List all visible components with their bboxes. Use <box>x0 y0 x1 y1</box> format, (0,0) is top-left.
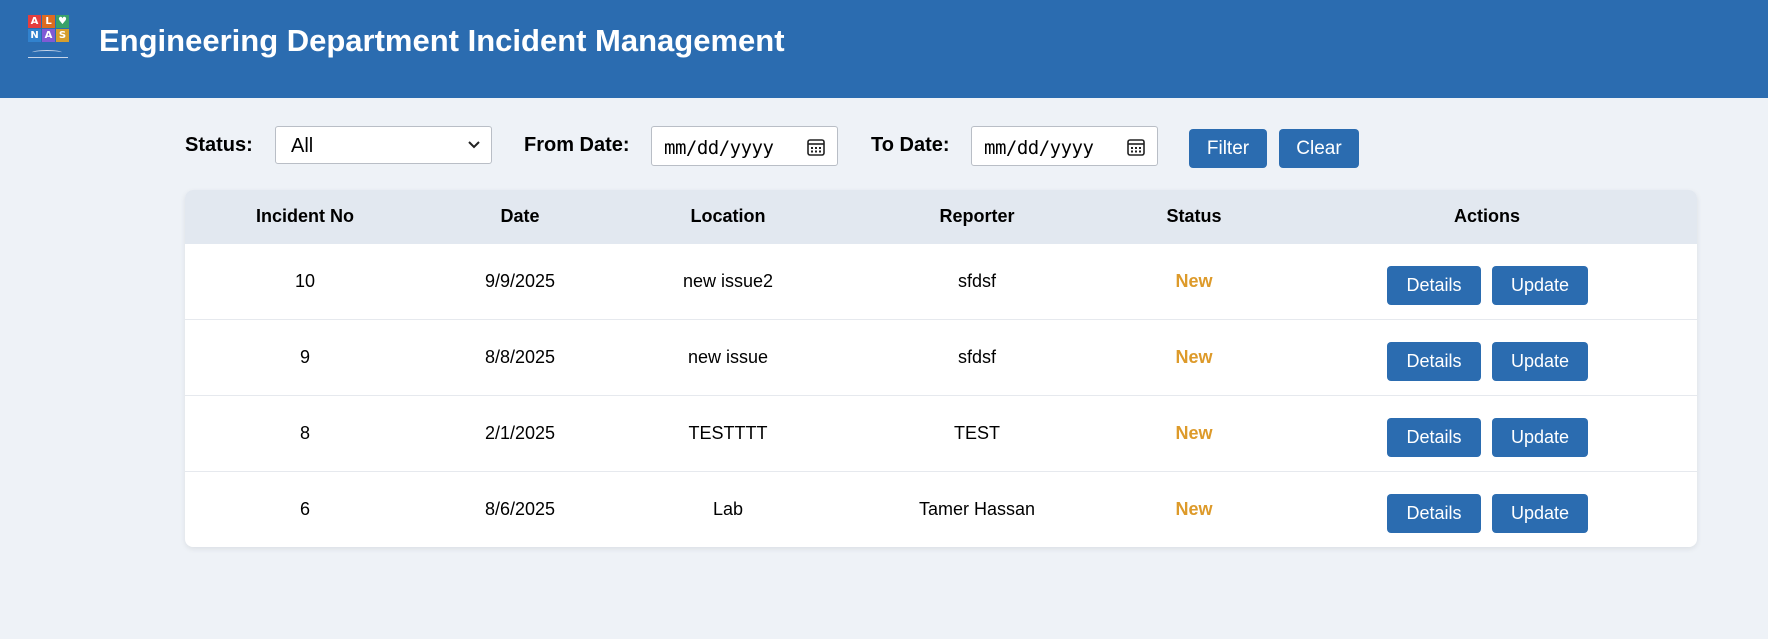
status-badge: New <box>1175 499 1213 519</box>
calendar-icon[interactable] <box>806 137 826 157</box>
logo-script-mark <box>28 46 68 58</box>
incident-no-cell: 9 <box>299 347 311 367</box>
filter-bar: Status: All From Date: mm/dd/yyyy To Dat… <box>0 126 1768 168</box>
from-date-value: mm/dd/yyyy <box>664 137 774 159</box>
status-select[interactable]: All <box>275 126 492 164</box>
status-select-value: All <box>291 135 314 157</box>
incident-no-cell: 10 <box>294 271 316 291</box>
table-header: Incident No Date Location Reporter Statu… <box>185 190 1697 244</box>
column-header-actions: Actions <box>1453 206 1521 226</box>
location-cell: Lab <box>712 499 744 519</box>
table-row: 9 8/8/2025 new issue sfdsf New Details U… <box>185 320 1697 396</box>
logo-letter: A <box>42 29 55 42</box>
column-header-status: Status <box>1166 206 1222 226</box>
status-badge: New <box>1175 271 1213 291</box>
details-button[interactable]: Details <box>1387 418 1481 457</box>
clear-button[interactable]: Clear <box>1279 129 1359 168</box>
incident-no-cell: 6 <box>299 499 311 519</box>
to-date-value: mm/dd/yyyy <box>984 137 1094 159</box>
logo-letter: S <box>56 29 69 42</box>
calendar-icon[interactable] <box>1126 137 1146 157</box>
status-filter-label: Status: <box>185 134 253 156</box>
incident-no-cell: 8 <box>299 423 311 443</box>
column-header-reporter: Reporter <box>939 206 1015 226</box>
table-row: 6 8/6/2025 Lab Tamer Hassan New Details … <box>185 472 1697 547</box>
update-button[interactable]: Update <box>1492 494 1588 533</box>
incidents-table: Incident No Date Location Reporter Statu… <box>185 190 1697 547</box>
to-date-input[interactable]: mm/dd/yyyy <box>971 126 1158 166</box>
date-cell: 9/9/2025 <box>484 271 556 291</box>
filter-button[interactable]: Filter <box>1189 129 1267 168</box>
location-cell: TESTTTT <box>688 423 768 443</box>
reporter-cell: sfdsf <box>957 271 997 291</box>
details-button[interactable]: Details <box>1387 266 1481 305</box>
logo-letter: L <box>42 15 55 28</box>
details-button[interactable]: Details <box>1387 342 1481 381</box>
table-row: 10 9/9/2025 new issue2 sfdsf New Details… <box>185 244 1697 320</box>
location-cell: new issue2 <box>682 271 774 291</box>
logo-letter: N <box>28 29 41 42</box>
to-date-label: To Date: <box>871 134 950 156</box>
update-button[interactable]: Update <box>1492 418 1588 457</box>
logo-letter: A <box>28 15 41 28</box>
column-header-date: Date <box>500 206 540 226</box>
from-date-label: From Date: <box>524 134 630 156</box>
reporter-cell: sfdsf <box>957 347 997 367</box>
status-badge: New <box>1175 347 1213 367</box>
company-logo: A L ♥ N A S <box>28 15 70 71</box>
column-header-location: Location <box>690 206 766 226</box>
app-header: A L ♥ N A S Engineering Department Incid… <box>0 0 1768 98</box>
location-cell: new issue <box>687 347 769 367</box>
table-row: 8 2/1/2025 TESTTTT TEST New Details Upda… <box>185 396 1697 472</box>
update-button[interactable]: Update <box>1492 266 1588 305</box>
from-date-input[interactable]: mm/dd/yyyy <box>651 126 838 166</box>
update-button[interactable]: Update <box>1492 342 1588 381</box>
column-header-incident-no: Incident No <box>256 206 354 226</box>
date-cell: 8/6/2025 <box>484 499 556 519</box>
date-cell: 2/1/2025 <box>484 423 556 443</box>
details-button[interactable]: Details <box>1387 494 1481 533</box>
status-badge: New <box>1175 423 1213 443</box>
date-cell: 8/8/2025 <box>484 347 556 367</box>
reporter-cell: TEST <box>953 423 1001 443</box>
logo-heart: ♥ <box>56 15 69 28</box>
chevron-down-icon <box>468 141 480 149</box>
reporter-cell: Tamer Hassan <box>918 499 1036 519</box>
page-title: Engineering Department Incident Manageme… <box>99 23 785 58</box>
